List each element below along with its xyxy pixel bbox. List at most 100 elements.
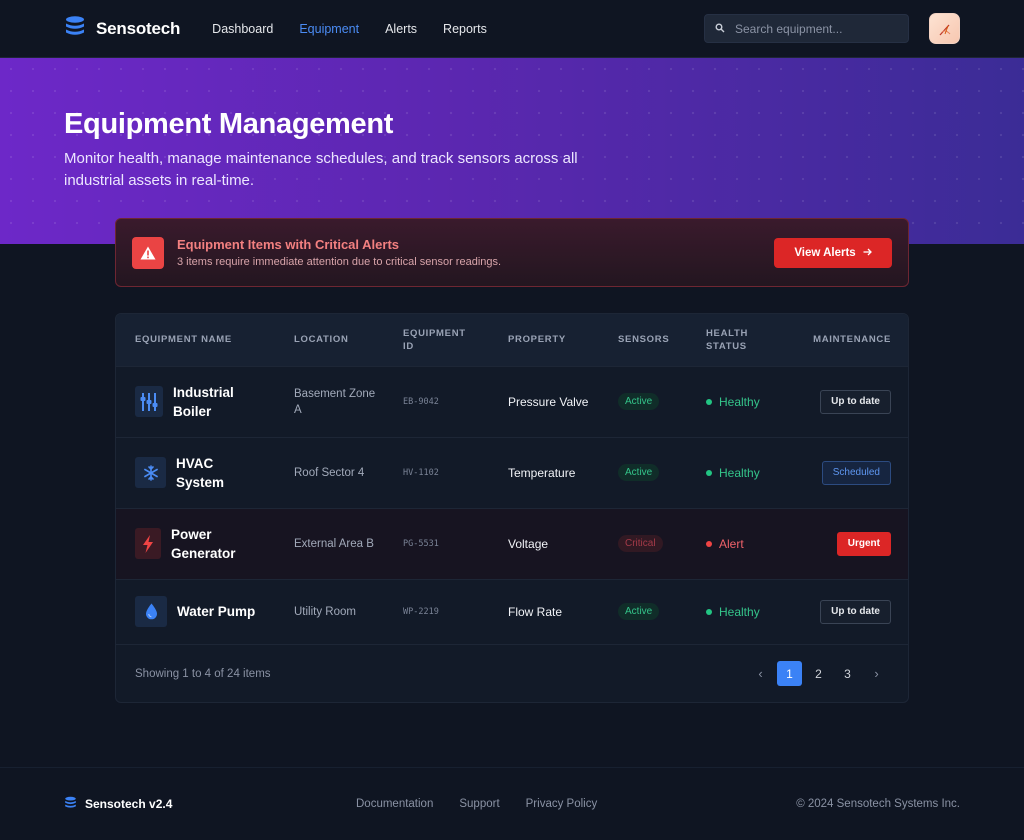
table-footer: Showing 1 to 4 of 24 items ‹ 1 2 3 › (116, 644, 908, 702)
maintenance-button[interactable]: Urgent (836, 531, 891, 556)
health-status: Healthy (706, 605, 796, 619)
equipment-id-cell: PG-5531 (403, 538, 439, 549)
page-button-3[interactable]: 3 (835, 661, 860, 686)
equipment-name: Industrial Boiler (173, 384, 234, 419)
equipment-cell: Water Pump (135, 596, 294, 628)
page-subtitle: Monitor health, manage maintenance sched… (64, 150, 578, 189)
maintenance-button[interactable]: Up to date (820, 599, 891, 624)
table-row[interactable]: HVAC System Roof Sector 4 HV-1102 Temper… (116, 437, 908, 508)
table-row[interactable]: Power Generator External Area B PG-5531 … (116, 508, 908, 579)
equipment-id-cell: WP-2219 (403, 606, 439, 617)
nav-equipment[interactable]: Equipment (299, 22, 359, 36)
equipment-name: Power Generator (171, 526, 236, 561)
lightning-icon (135, 528, 161, 559)
page-title: Equipment Management (64, 108, 394, 140)
database-icon (64, 796, 77, 812)
status-dot (706, 469, 712, 476)
page-button-1[interactable]: 1 (777, 661, 802, 686)
property-cell: Voltage (508, 536, 549, 551)
nav-dashboard[interactable]: Dashboard (212, 22, 273, 36)
equipment-id-cell: EB-9042 (403, 396, 439, 407)
equipment-name: HVAC System (176, 455, 225, 490)
health-label: Alert (719, 536, 744, 551)
column-header-property[interactable]: Property (508, 314, 618, 366)
table-header-row: Equipment Name Location Equipment ID Pro… (116, 314, 908, 366)
view-alerts-button[interactable]: View Alerts (774, 237, 892, 268)
maintenance-button[interactable]: Scheduled (821, 460, 891, 485)
footer-links: Documentation Support Privacy Policy (356, 798, 597, 810)
sensor-status-badge: Active (618, 464, 660, 481)
sensor-status-badge: Critical (618, 535, 663, 552)
previous-page-button[interactable]: ‹ (748, 661, 773, 686)
view-alerts-label: View Alerts (794, 246, 856, 259)
location-cell: Roof Sector 4 (294, 466, 365, 479)
maintenance-button[interactable]: Up to date (820, 389, 891, 414)
footer-link-documentation[interactable]: Documentation (356, 798, 433, 810)
column-header-name[interactable]: Equipment Name (116, 314, 294, 366)
equipment-cell: Industrial Boiler (135, 383, 294, 421)
health-status: Healthy (706, 466, 796, 480)
property-cell: Pressure Valve (508, 394, 589, 409)
location-cell: External Area B (294, 537, 374, 550)
column-header-sensors[interactable]: Sensors (618, 314, 706, 366)
page-footer: Sensotech v2.4 Documentation Support Pri… (0, 767, 1024, 840)
sensor-status-badge: Active (618, 393, 660, 410)
user-avatar[interactable] (929, 13, 960, 44)
column-header-maintenance[interactable]: Maintenance (796, 314, 908, 366)
column-header-location[interactable]: Location (294, 314, 403, 366)
alert-text: Equipment Items with Critical Alerts 3 i… (177, 237, 501, 268)
location-cell: Utility Room (294, 605, 356, 618)
column-header-health[interactable]: Health Status (706, 314, 796, 366)
equipment-id-cell: HV-1102 (403, 467, 439, 478)
boiler-icon (135, 386, 163, 417)
next-page-button[interactable]: › (864, 661, 889, 686)
top-navbar: Sensotech Dashboard Equipment Alerts Rep… (0, 0, 1024, 58)
avatar-illustration-icon (939, 24, 950, 35)
search-box (704, 14, 909, 43)
health-status: Alert (706, 537, 796, 551)
status-dot (706, 398, 712, 405)
health-label: Healthy (719, 465, 760, 480)
copyright-text: © 2024 Sensotech Systems Inc. (796, 798, 960, 810)
equipment-table: Equipment Name Location Equipment ID Pro… (116, 314, 908, 644)
snowflake-icon (135, 457, 166, 488)
property-cell: Flow Rate (508, 604, 563, 619)
equipment-cell: HVAC System (135, 454, 294, 492)
database-icon (64, 15, 86, 42)
brand-name: Sensotech (96, 18, 181, 38)
nav-reports[interactable]: Reports (443, 22, 487, 36)
search-icon (715, 20, 725, 38)
brand-logo[interactable]: Sensotech (64, 15, 180, 42)
alert-title: Equipment Items with Critical Alerts (177, 237, 400, 252)
pagination-summary: Showing 1 to 4 of 24 items (135, 667, 271, 680)
table-row[interactable]: Water Pump Utility Room WP-2219 Flow Rat… (116, 579, 908, 644)
column-header-id[interactable]: Equipment ID (403, 314, 508, 366)
sensor-status-badge: Active (618, 603, 660, 621)
property-cell: Temperature (508, 465, 576, 480)
pagination: ‹ 1 2 3 › (748, 661, 889, 686)
footer-brand-name: Sensotech v2.4 (85, 797, 173, 811)
status-dot (706, 608, 712, 615)
alert-description: 3 items require immediate attention due … (177, 256, 502, 268)
location-cell: Basement Zone A (294, 387, 376, 416)
table-row[interactable]: Industrial Boiler Basement Zone A EB-904… (116, 366, 908, 437)
page-button-2[interactable]: 2 (806, 661, 831, 686)
health-label: Healthy (719, 394, 760, 409)
arrow-right-icon (863, 247, 872, 259)
footer-link-privacy[interactable]: Privacy Policy (526, 798, 598, 810)
equipment-cell: Power Generator (135, 525, 294, 563)
status-dot (706, 540, 712, 547)
health-status: Healthy (706, 395, 796, 409)
main-nav: Dashboard Equipment Alerts Reports (212, 22, 487, 36)
hero-banner: Equipment Management Monitor health, man… (0, 58, 1024, 244)
health-label: Healthy (719, 604, 760, 619)
nav-alerts[interactable]: Alerts (385, 22, 417, 36)
footer-brand: Sensotech v2.4 (64, 796, 172, 812)
critical-alert-banner: Equipment Items with Critical Alerts 3 i… (115, 218, 909, 287)
search-input[interactable] (735, 21, 895, 36)
warning-icon (132, 236, 164, 269)
water-drop-icon (135, 596, 167, 628)
footer-link-support[interactable]: Support (459, 798, 499, 810)
equipment-table-card: Equipment Name Location Equipment ID Pro… (115, 313, 909, 703)
equipment-name: Water Pump (177, 604, 256, 620)
